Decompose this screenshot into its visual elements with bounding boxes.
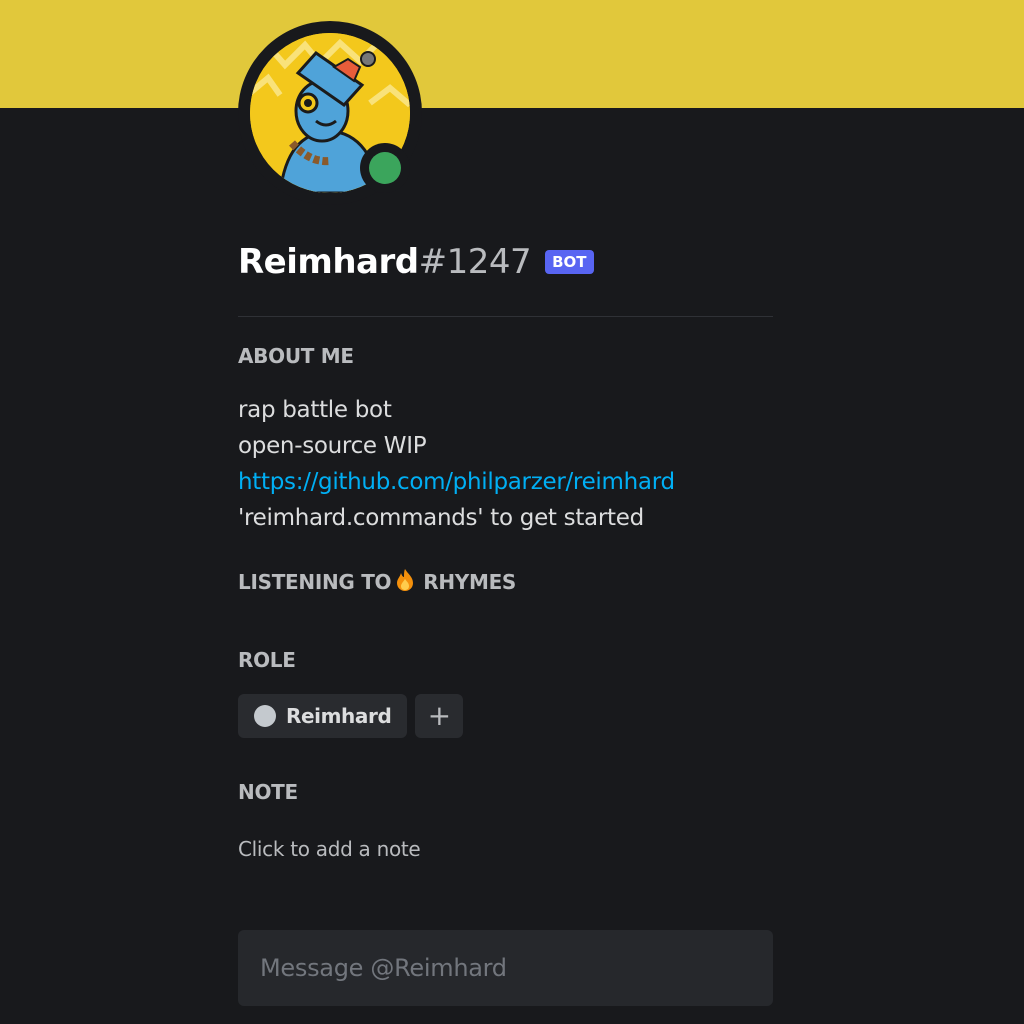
about-line: 'reimhard.commands' to get started: [238, 505, 644, 531]
activity-suffix: RHYMES: [423, 570, 517, 594]
about-line: rap battle bot: [238, 397, 392, 423]
username[interactable]: Reimhard: [238, 242, 419, 282]
note-heading: NOTE: [238, 780, 298, 804]
message-placeholder: Message @Reimhard: [260, 954, 507, 982]
activity-prefix: LISTENING TO: [238, 570, 392, 594]
role-name: Reimhard: [286, 704, 392, 728]
avatar-frame: [238, 21, 422, 205]
message-input[interactable]: Message @Reimhard: [238, 930, 773, 1006]
discriminator[interactable]: #1247: [419, 242, 532, 282]
add-role-button[interactable]: +: [415, 694, 464, 738]
profile-banner: [0, 0, 1024, 108]
about-me-heading: ABOUT ME: [238, 344, 354, 368]
note-field[interactable]: Click to add a note: [238, 832, 773, 866]
role-pill[interactable]: Reimhard: [238, 694, 408, 738]
about-line: open-source WIP: [238, 433, 427, 459]
role-color-dot-icon: [254, 705, 276, 727]
bot-badge: BOT: [545, 250, 594, 274]
username-row: Reimhard #1247 BOT: [238, 236, 594, 288]
role-list: Reimhard +: [238, 694, 464, 738]
github-link[interactable]: https://github.com/philparzer/reimhard: [238, 464, 798, 500]
about-me-text: rap battle bot open-source WIP https://g…: [238, 392, 798, 536]
plus-icon: +: [427, 699, 452, 732]
fire-emoji-icon: [397, 569, 414, 591]
divider: [238, 316, 773, 317]
activity-heading: LISTENING TO RHYMES: [238, 568, 516, 594]
role-heading: ROLE: [238, 648, 296, 672]
online-status-icon: [369, 152, 401, 184]
status-indicator: [360, 143, 410, 193]
